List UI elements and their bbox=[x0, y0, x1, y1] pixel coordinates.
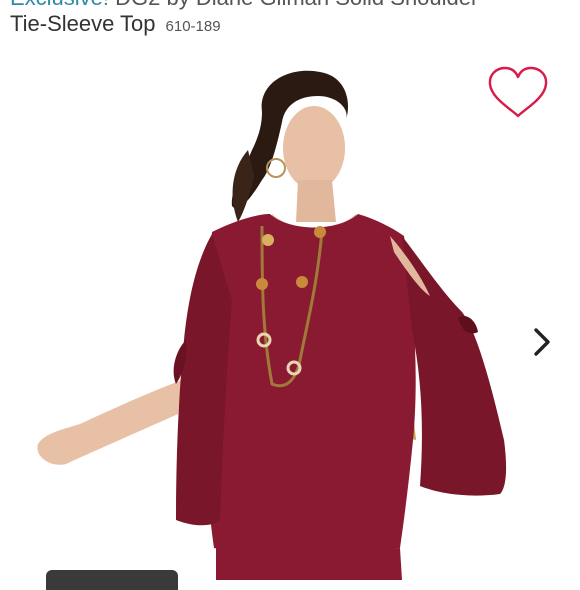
item-number: 610-189 bbox=[165, 18, 221, 35]
product-title-line-2: Tie-Sleeve Top 610-189 bbox=[10, 11, 580, 40]
product-name: Tie-Sleeve Top bbox=[10, 11, 156, 36]
bottom-action-tab[interactable] bbox=[46, 570, 178, 590]
chevron-right-icon[interactable] bbox=[526, 322, 558, 362]
product-title-text: DG2 by Diane Gilman Solid Shoulder bbox=[109, 0, 478, 10]
product-image[interactable] bbox=[0, 50, 580, 580]
product-photo-illustration bbox=[37, 70, 507, 580]
product-title: Exclusive! DG2 by Diane Gilman Solid Sho… bbox=[10, 0, 580, 40]
brand-link[interactable]: Exclusive! bbox=[10, 0, 109, 10]
favorite-heart-icon[interactable] bbox=[487, 66, 549, 120]
product-title-line-1: Exclusive! DG2 by Diane Gilman Solid Sho… bbox=[10, 0, 580, 10]
